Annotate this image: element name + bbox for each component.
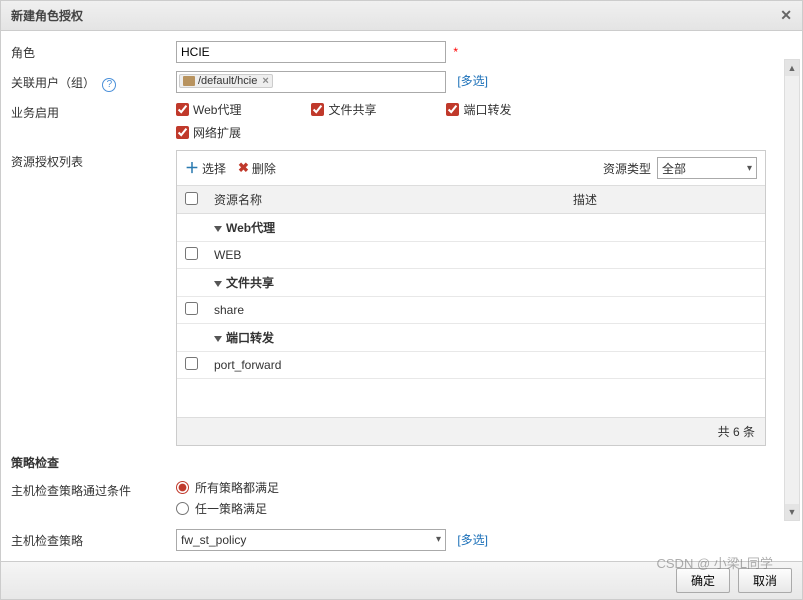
table-row: port_forward <box>177 352 765 379</box>
scroll-up-icon[interactable]: ▲ <box>785 60 799 76</box>
label-host-check-policy: 主机检查策略 <box>11 529 176 549</box>
user-group-tagbox[interactable]: /default/hcie × <box>176 71 446 93</box>
row-checkbox[interactable] <box>185 357 198 370</box>
cb-file-share[interactable]: 文件共享 <box>311 101 376 118</box>
expand-icon[interactable] <box>214 226 222 232</box>
chevron-down-icon: ▾ <box>747 163 752 174</box>
cb-web-proxy[interactable]: Web代理 <box>176 101 241 118</box>
cb-net-ext[interactable]: 网络扩展 <box>176 124 241 141</box>
resource-table: 资源名称 描述 Web代理 WEB 文件共享 share 端口转发 port_f… <box>177 185 765 417</box>
policy-more-link[interactable]: [多选] <box>457 533 488 547</box>
role-input[interactable] <box>176 41 446 63</box>
scrollbar[interactable]: ▲ ▼ <box>784 59 800 521</box>
label-biz-enable: 业务启用 <box>11 101 176 121</box>
dialog-title: 新建角色授权 <box>11 7 83 24</box>
row-checkbox[interactable] <box>185 247 198 260</box>
row-checkbox[interactable] <box>185 302 198 315</box>
expand-icon[interactable] <box>214 281 222 287</box>
close-icon[interactable]: ✕ <box>780 7 792 24</box>
label-resource-list: 资源授权列表 <box>11 150 176 170</box>
dialog-body: 角色 * 关联用户（组） ? /default/hcie × <box>1 31 802 561</box>
expand-icon[interactable] <box>214 336 222 342</box>
tag-remove-icon[interactable]: × <box>262 75 268 87</box>
dialog: 新建角色授权 ✕ 角色 * 关联用户（组） ? /default/hcie <box>0 0 803 600</box>
cancel-button[interactable]: 取消 <box>738 568 792 593</box>
chevron-down-icon: ▾ <box>436 534 441 545</box>
select-button[interactable]: ＋选择 <box>185 158 226 178</box>
user-group-more-link[interactable]: [多选] <box>457 74 488 88</box>
radio-any[interactable]: 任一策略满足 <box>176 500 792 517</box>
table-header-checkbox[interactable] <box>185 192 198 205</box>
table-row: share <box>177 297 765 324</box>
resource-panel: ＋选择 ✖删除 资源类型 全部▾ 资源名称 <box>176 150 766 446</box>
table-row: WEB <box>177 242 765 269</box>
host-check-policy-select[interactable]: fw_st_policy▾ <box>176 529 446 551</box>
table-footer: 共 6 条 <box>177 417 765 445</box>
user-group-tag: /default/hcie × <box>179 74 273 88</box>
delete-button[interactable]: ✖删除 <box>238 160 276 177</box>
cb-port-fwd[interactable]: 端口转发 <box>446 101 511 118</box>
plus-icon: ＋ <box>185 158 199 178</box>
user-icon <box>183 76 195 86</box>
col-header-name: 资源名称 <box>206 186 565 214</box>
res-type-label: 资源类型 <box>603 160 651 177</box>
res-type-select[interactable]: 全部▾ <box>657 157 757 179</box>
radio-all[interactable]: 所有策略都满足 <box>176 479 792 496</box>
titlebar: 新建角色授权 ✕ <box>1 1 802 31</box>
table-group-row: 端口转发 <box>177 324 765 352</box>
required-icon: * <box>453 45 458 59</box>
label-role: 角色 <box>11 41 176 61</box>
delete-icon: ✖ <box>238 160 249 176</box>
section-policy-check: 策略检查 <box>11 454 792 471</box>
table-group-row: 文件共享 <box>177 269 765 297</box>
col-header-desc: 描述 <box>565 186 765 214</box>
label-user-group: 关联用户（组） ? <box>11 71 176 92</box>
help-icon[interactable]: ? <box>102 78 116 92</box>
button-bar: 确定 取消 CSDN @ 小梁L同学 <box>1 561 802 599</box>
table-group-row: Web代理 <box>177 214 765 242</box>
scroll-down-icon[interactable]: ▼ <box>785 504 799 520</box>
label-host-check-cond: 主机检查策略通过条件 <box>11 479 176 499</box>
ok-button[interactable]: 确定 <box>676 568 730 593</box>
